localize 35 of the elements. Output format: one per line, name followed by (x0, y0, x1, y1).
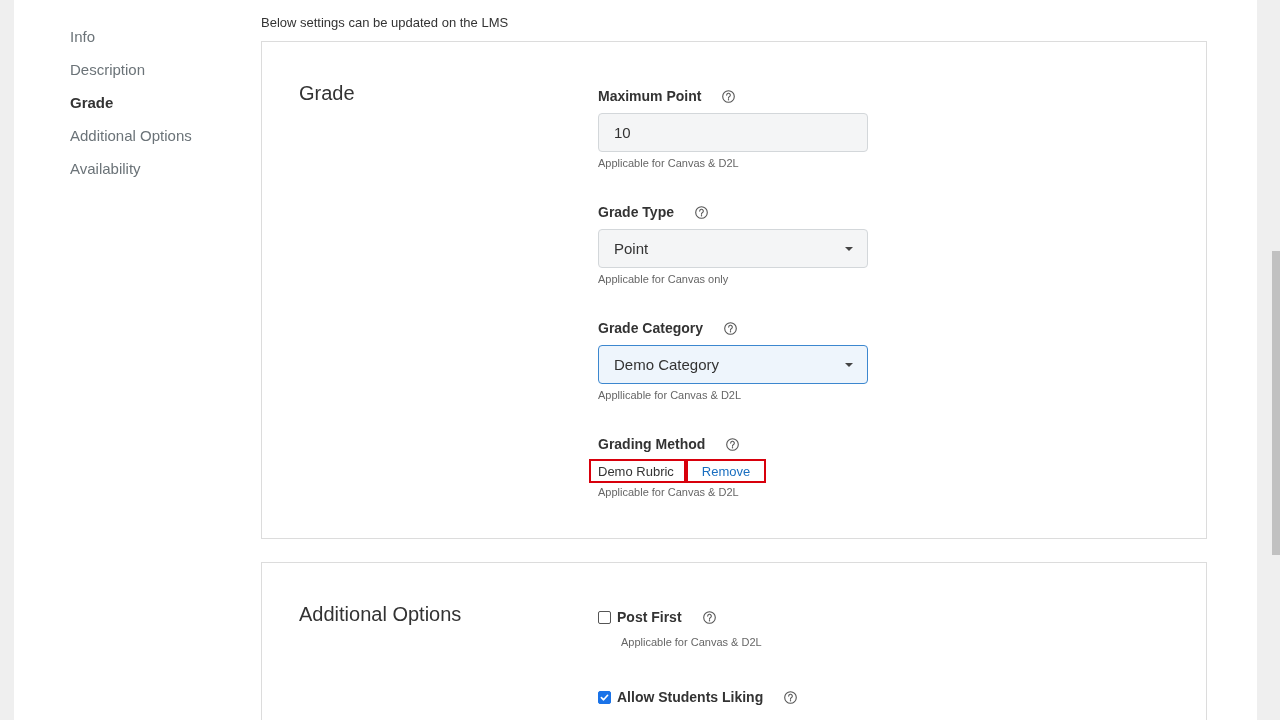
sidebar-item[interactable]: Grade (70, 86, 114, 119)
rubric-name: Demo Rubric (589, 459, 686, 483)
field-label: Grading Method (598, 435, 706, 454)
hint-text: Applicable for Canvas only (598, 273, 729, 286)
caret-icon (845, 246, 853, 251)
select-field[interactable]: Demo Category (598, 345, 868, 384)
help-icon[interactable] (695, 205, 708, 219)
sidebar-item[interactable]: Description (70, 53, 146, 86)
hint-text: Applicable for Canvas & D2L (598, 486, 739, 499)
checkbox-label: Post First (617, 608, 682, 627)
help-icon[interactable] (726, 437, 740, 451)
hint-text: Applicable for Canvas & D2L (598, 157, 739, 170)
scrollbar-thumb[interactable] (1272, 251, 1280, 555)
select-field[interactable]: Point (598, 229, 868, 268)
help-icon[interactable] (702, 610, 716, 624)
checkbox[interactable] (598, 610, 611, 624)
sidebar-item[interactable]: Info (70, 20, 96, 53)
help-icon[interactable] (722, 89, 736, 103)
hint-text: Appllicable for Canvas & D2L (598, 389, 742, 402)
remove-link[interactable]: Remove (686, 459, 766, 483)
checkbox-label: Allow Students Liking (617, 688, 764, 707)
sidebar-item[interactable]: Additional Options (70, 119, 192, 152)
section-title: Additional Options (299, 602, 462, 626)
help-icon[interactable] (784, 690, 798, 704)
checkbox[interactable] (598, 690, 611, 704)
input-field[interactable]: 10 (598, 113, 868, 152)
hint-text: Applicable for Canvas & D2L (621, 636, 762, 649)
caret-icon (845, 362, 853, 367)
field-label: Maximum Point (598, 87, 702, 106)
notice-text: Below settings can be updated on the LMS (261, 14, 509, 32)
help-icon[interactable] (724, 321, 738, 335)
section-title: Grade (299, 81, 355, 105)
sidebar-item[interactable]: Availability (70, 152, 141, 185)
field-label: Grade Category (598, 319, 704, 338)
field-label: Grade Type (598, 203, 674, 222)
